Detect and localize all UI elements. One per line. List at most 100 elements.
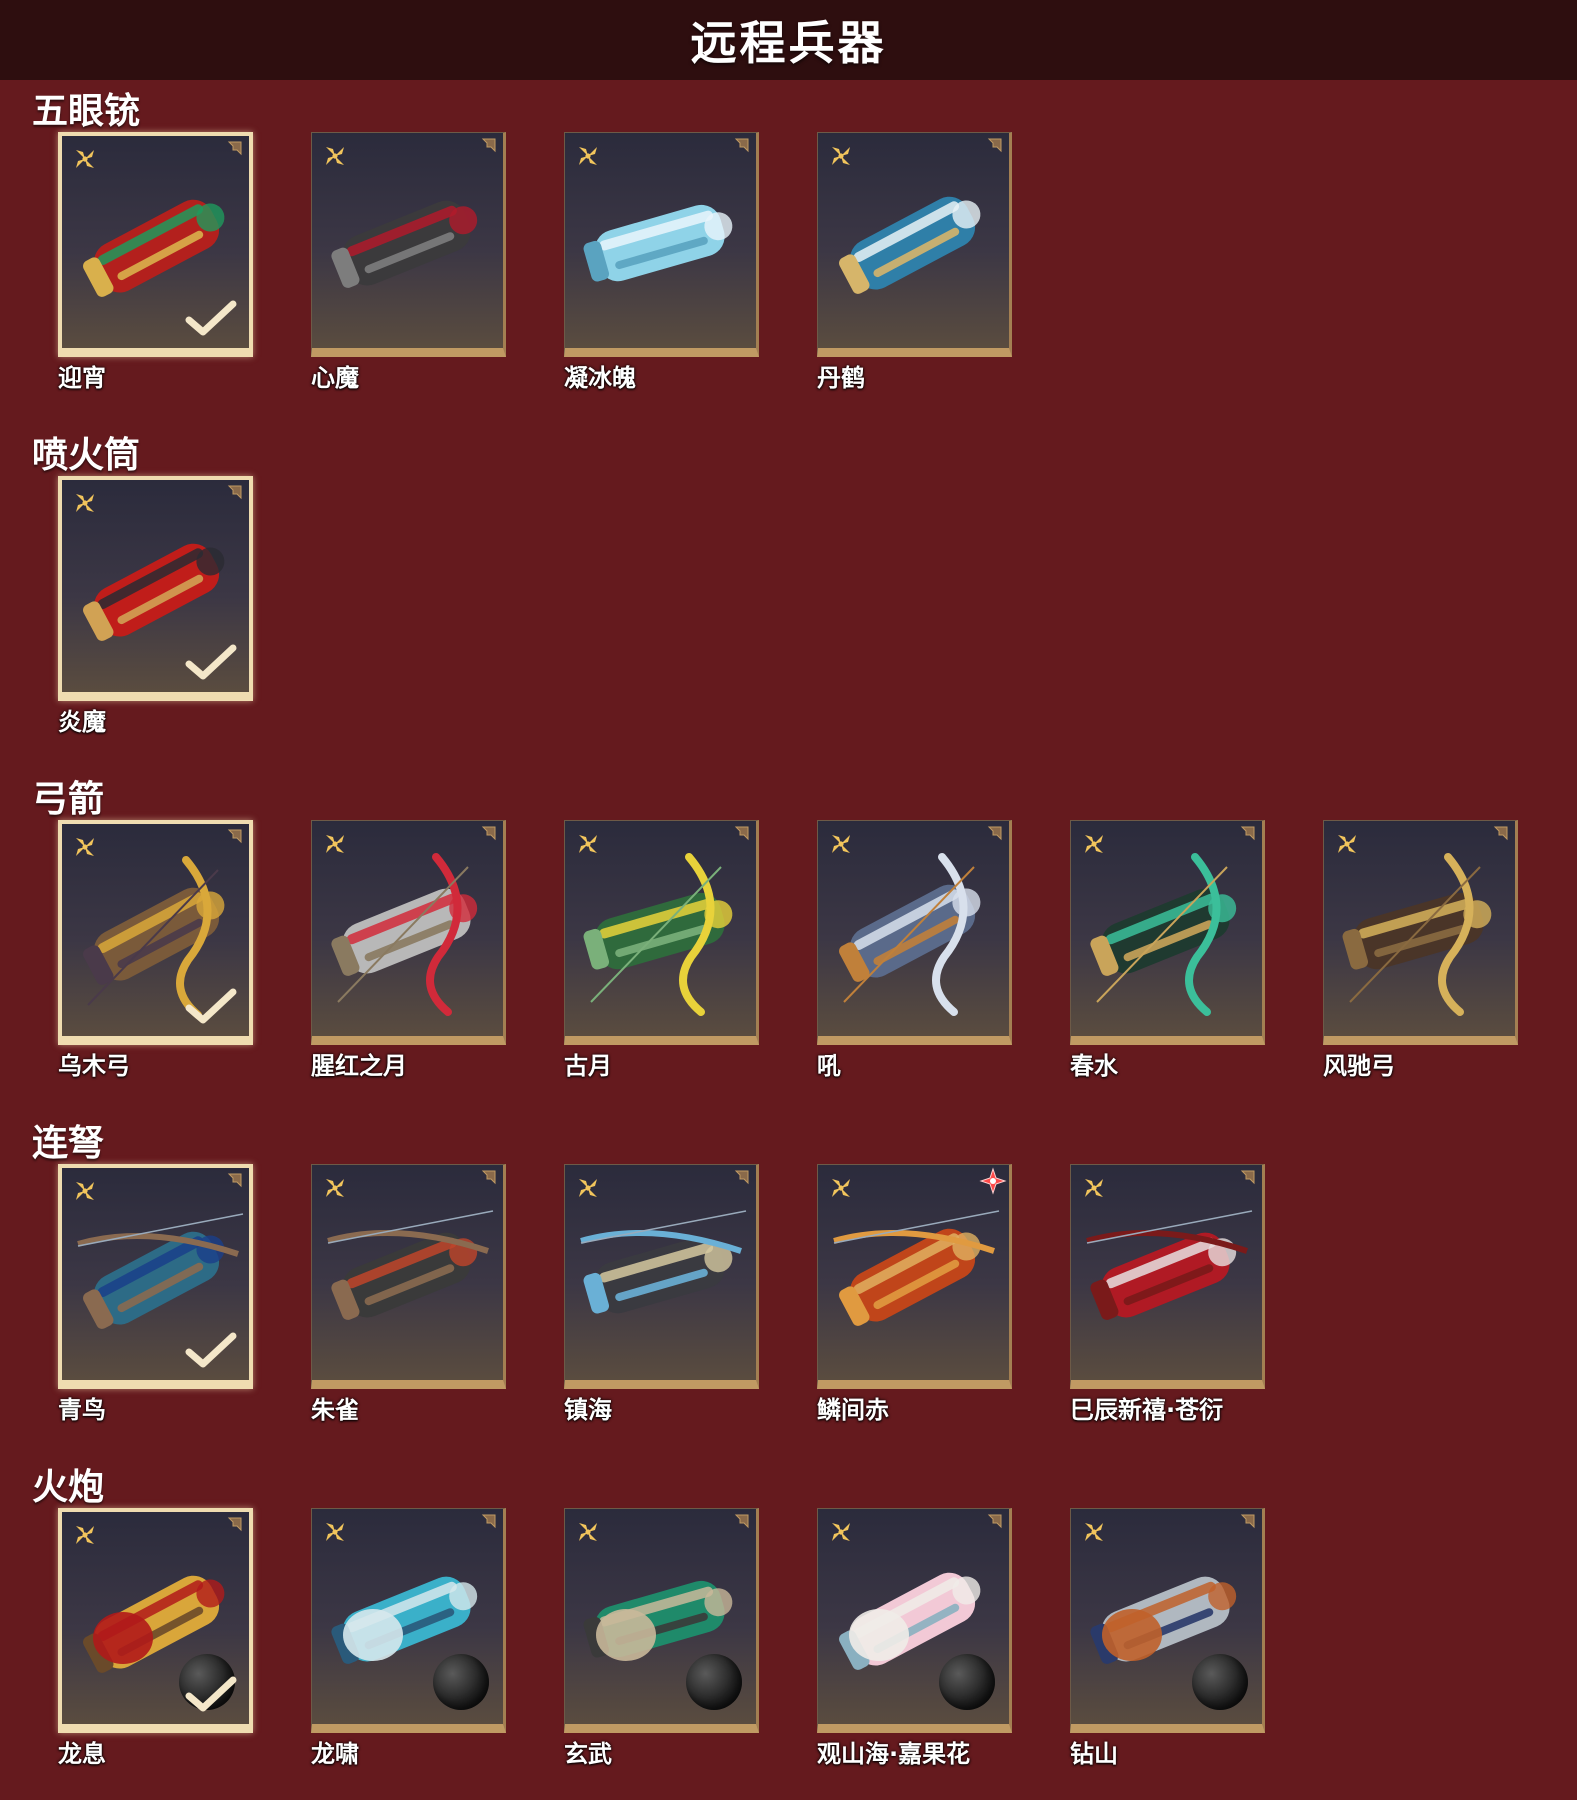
weapon-item[interactable]: 风驰弓 [1323,820,1518,1082]
weapon-image [571,1181,749,1371]
weapon-card[interactable] [58,1508,253,1733]
weapon-card[interactable] [817,1508,1012,1733]
weapon-image [571,837,749,1027]
weapon-name: 古月 [564,1052,612,1080]
rarity-star-icon [322,831,348,857]
weapon-name: 吼 [817,1052,841,1080]
weapon-name: 心魔 [311,364,359,392]
weapon-card[interactable] [311,1508,506,1733]
weapon-name: 春水 [1070,1052,1118,1080]
checkmark-icon [185,1674,237,1714]
cannonball-icon [1192,1654,1248,1710]
rarity-star-icon [575,1175,601,1201]
new-badge-icon [979,1167,1007,1195]
corner-tag-icon [734,1169,750,1185]
weapon-image [824,1181,1002,1371]
weapon-name: 龙啸 [311,1740,359,1768]
weapon-item[interactable]: 迎宵 [58,132,253,394]
corner-tag-icon [227,828,243,844]
weapon-name: 朱雀 [311,1396,359,1424]
weapon-item[interactable]: 古月 [564,820,759,1082]
weapon-name: 凝冰魄 [564,364,636,392]
weapon-card[interactable] [564,1508,759,1733]
weapon-item[interactable]: 鳞间赤 [817,1164,1012,1426]
weapon-card[interactable] [58,132,253,357]
rarity-star-icon [322,143,348,169]
rarity-star-icon [72,490,98,516]
weapon-card[interactable] [817,1164,1012,1389]
corner-tag-icon [227,140,243,156]
corner-tag-icon [481,825,497,841]
corner-tag-icon [987,137,1003,153]
weapon-card[interactable] [1070,1164,1265,1389]
cannonball-icon [433,1654,489,1710]
weapon-card[interactable] [311,820,506,1045]
weapon-item[interactable]: 巳辰新禧·苍衍 [1070,1164,1265,1426]
weapon-item[interactable]: 朱雀 [311,1164,506,1426]
weapon-card[interactable] [564,820,759,1045]
weapon-card[interactable] [1323,820,1518,1045]
rarity-star-icon [575,143,601,169]
weapon-card[interactable] [564,1164,759,1389]
weapon-image [318,149,496,339]
section-title: 火炮 [32,1467,105,1508]
section-title: 喷火筒 [32,435,141,476]
weapon-item[interactable]: 龙息 [58,1508,253,1770]
corner-tag-icon [481,137,497,153]
weapon-card[interactable] [817,132,1012,357]
section-title: 五眼铳 [32,91,141,132]
weapon-image [571,149,749,339]
weapon-card[interactable] [1070,1508,1265,1733]
corner-tag-icon [227,484,243,500]
weapon-item[interactable]: 腥红之月 [311,820,506,1082]
corner-tag-icon [734,825,750,841]
weapon-item[interactable]: 镇海 [564,1164,759,1426]
weapon-item[interactable]: 青鸟 [58,1164,253,1426]
rarity-star-icon [72,1178,98,1204]
weapon-card[interactable] [564,132,759,357]
weapon-item[interactable]: 龙啸 [311,1508,506,1770]
checkmark-icon [185,298,237,338]
weapon-item[interactable]: 丹鹤 [817,132,1012,394]
weapon-name: 观山海·嘉果花 [817,1740,971,1768]
page-header: 远程兵器 [0,0,1577,80]
corner-tag-icon [227,1516,243,1532]
checkmark-icon [185,642,237,682]
weapon-item[interactable]: 春水 [1070,820,1265,1082]
weapon-card[interactable] [58,1164,253,1389]
cannonball-icon [686,1654,742,1710]
weapon-card[interactable] [1070,820,1265,1045]
rarity-star-icon [322,1519,348,1545]
weapon-image [824,149,1002,339]
weapon-image [318,1181,496,1371]
weapon-card[interactable] [817,820,1012,1045]
weapon-card[interactable] [58,476,253,701]
rarity-star-icon [322,1175,348,1201]
weapon-item[interactable]: 玄武 [564,1508,759,1770]
section-title: 弓箭 [32,779,105,820]
weapon-item[interactable]: 心魔 [311,132,506,394]
weapon-image [824,837,1002,1027]
weapon-image [1077,1181,1255,1371]
weapon-item[interactable]: 钻山 [1070,1508,1265,1770]
corner-tag-icon [734,1513,750,1529]
cannonball-icon [939,1654,995,1710]
rarity-star-icon [1334,831,1360,857]
weapon-card[interactable] [58,820,253,1045]
corner-tag-icon [481,1169,497,1185]
weapon-image [1077,837,1255,1027]
weapon-card[interactable] [311,132,506,357]
rarity-star-icon [828,1519,854,1545]
rarity-star-icon [72,834,98,860]
weapon-card[interactable] [311,1164,506,1389]
corner-tag-icon [481,1513,497,1529]
weapon-item[interactable]: 吼 [817,820,1012,1082]
weapon-name: 龙息 [58,1740,106,1768]
weapon-item[interactable]: 炎魔 [58,476,253,738]
weapon-item[interactable]: 凝冰魄 [564,132,759,394]
rarity-star-icon [1081,1519,1107,1545]
corner-tag-icon [227,1172,243,1188]
weapon-item[interactable]: 乌木弓 [58,820,253,1082]
corner-tag-icon [987,825,1003,841]
weapon-item[interactable]: 观山海·嘉果花 [817,1508,1012,1770]
